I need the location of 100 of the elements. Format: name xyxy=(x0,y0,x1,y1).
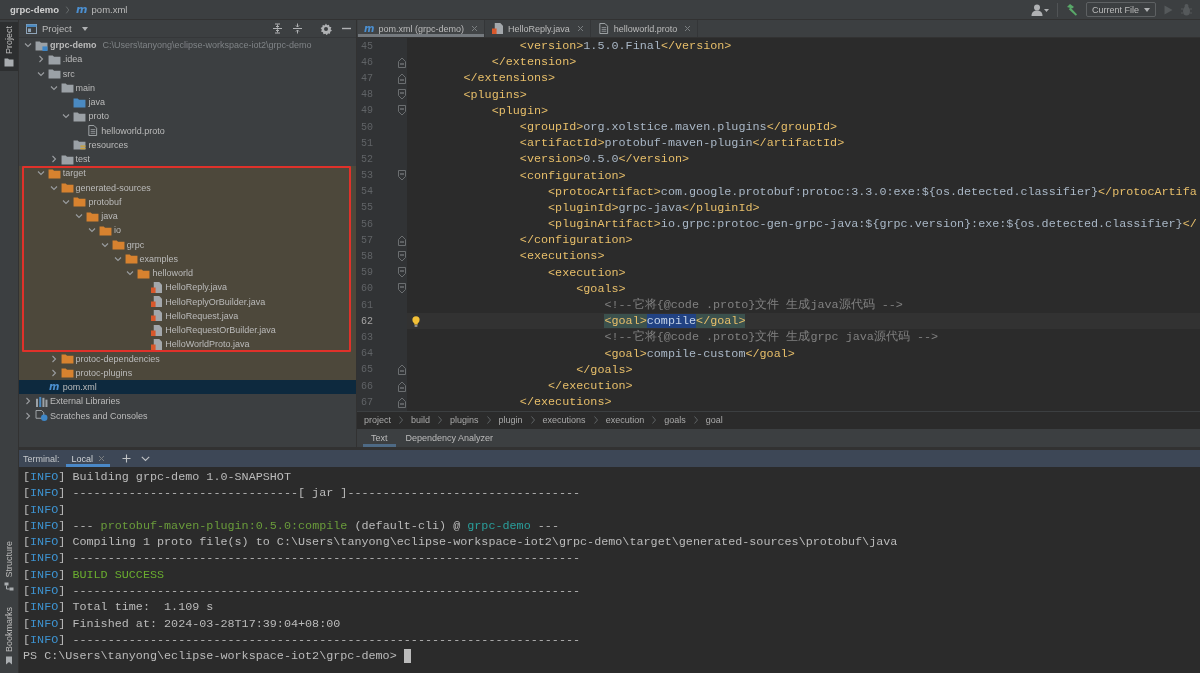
code-line: </goals> xyxy=(575,361,633,378)
fold-marker-icon[interactable] xyxy=(398,267,406,279)
chevron-right-icon[interactable] xyxy=(23,396,33,407)
tree-item[interactable]: src xyxy=(35,66,79,81)
code-line: <!--它将{@code .proto}文件 生成grpc java源代码 --> xyxy=(603,329,939,346)
chevron-right-icon xyxy=(399,416,403,425)
fold-marker-icon[interactable] xyxy=(398,396,406,408)
tree-item[interactable]: m pom.xml xyxy=(19,380,356,395)
hammer-icon[interactable] xyxy=(1066,3,1078,16)
close-icon[interactable] xyxy=(470,25,478,32)
breadcrumb-item[interactable]: executions xyxy=(542,415,586,426)
expand-all-icon[interactable] xyxy=(272,23,283,34)
resource-folder-icon xyxy=(73,139,87,151)
chevron-right-icon[interactable] xyxy=(23,410,33,421)
tree-item[interactable]: io xyxy=(19,223,356,238)
tree-item[interactable]: main xyxy=(48,80,100,95)
tree-item[interactable]: helloworld xyxy=(19,266,356,281)
file-type-icon: m xyxy=(76,4,88,15)
breadcrumb-item[interactable]: goal xyxy=(705,415,723,426)
play-icon[interactable] xyxy=(1164,4,1173,15)
breadcrumb-item[interactable]: plugin xyxy=(498,415,523,426)
terminal-line: [INFO] Total time: 1.109 s xyxy=(23,599,214,616)
file-icon xyxy=(150,338,164,350)
editor-tab[interactable]: helloworld.proto xyxy=(590,20,699,37)
fold-marker-icon[interactable] xyxy=(398,56,406,68)
file-icon xyxy=(150,296,164,308)
fold-marker-icon[interactable] xyxy=(398,234,406,246)
caret-icon xyxy=(81,26,88,31)
module-folder-icon xyxy=(35,39,48,51)
fold-marker-icon[interactable] xyxy=(398,89,406,101)
tree-item[interactable]: java xyxy=(61,95,109,110)
file-icon xyxy=(86,125,100,137)
tree-item[interactable]: Scratches and Consoles xyxy=(23,408,152,423)
fold-marker-icon[interactable] xyxy=(398,105,406,117)
run-config-dropdown[interactable]: Current File xyxy=(1086,2,1156,17)
fold-marker-icon[interactable] xyxy=(398,72,406,84)
folder-icon xyxy=(60,82,74,94)
fold-marker-icon[interactable] xyxy=(398,380,406,392)
tool-window-tab[interactable]: Project xyxy=(0,22,18,71)
bug-icon[interactable] xyxy=(1181,3,1192,16)
tree-item[interactable]: proto xyxy=(61,109,113,124)
fold-marker-icon[interactable] xyxy=(398,251,406,263)
file-icon xyxy=(150,324,164,336)
chevron-right-icon xyxy=(65,4,71,15)
editor-view-tab[interactable]: Dependency Analyzer xyxy=(397,428,502,447)
chevron-down-icon[interactable] xyxy=(141,455,151,462)
breadcrumb-item[interactable]: project xyxy=(364,415,391,426)
user-icon[interactable] xyxy=(1031,3,1049,16)
code-line: </extensions> xyxy=(462,70,556,87)
terminal-line: PS C:\Users\tanyong\eclipse-workspace-iot2\grpc-demo> xyxy=(23,648,397,665)
code-line: <goal>compile</goal> xyxy=(603,313,746,330)
editor-tab[interactable]: m pom.xml (grpc-demo) xyxy=(358,20,485,37)
tree-item[interactable]: HelloRequestOrBuilder.java xyxy=(19,323,356,338)
breadcrumb-item[interactable]: goals xyxy=(664,415,686,426)
tool-window-tab[interactable]: Structure xyxy=(0,537,18,595)
editor-view-tab[interactable]: Text xyxy=(363,428,396,447)
chevron-right-icon xyxy=(693,416,698,425)
view-selector[interactable]: Project xyxy=(42,23,88,34)
line-number: 62 xyxy=(361,315,373,327)
code-line: <pluginArtifact>io.grpc:protoc-gen-grpc-java:${grpc.version}:exe:${os.detected.classifier}</ xyxy=(547,216,1197,233)
tree-item[interactable]: grpc-demo C:\Users\tanyong\eclipse-workspace-iot2\grpc-demo xyxy=(23,38,316,53)
structure-icon xyxy=(4,582,14,591)
terminal-line: [INFO] xyxy=(23,501,66,518)
fold-marker-icon[interactable] xyxy=(398,283,406,295)
fold-marker-icon[interactable] xyxy=(398,364,406,376)
fold-marker-icon[interactable] xyxy=(398,170,406,182)
plus-icon[interactable] xyxy=(122,454,132,463)
close-icon[interactable] xyxy=(98,455,106,462)
tree-item[interactable]: resources xyxy=(61,137,132,152)
folder-icon xyxy=(47,53,61,65)
chevron-right-icon xyxy=(438,416,443,425)
tree-item[interactable]: .idea xyxy=(35,52,87,67)
settings-icon[interactable] xyxy=(320,22,332,35)
breadcrumb-item[interactable]: execution xyxy=(605,415,645,426)
code-line: <goals> xyxy=(575,280,626,297)
lightbulb-icon[interactable] xyxy=(412,315,420,327)
close-icon[interactable] xyxy=(576,25,584,32)
editor-tab[interactable]: HelloReply.java xyxy=(484,20,591,37)
terminal-line: [INFO] ------------------------------------------------------------------------ xyxy=(23,631,581,649)
terminal-tab[interactable]: Local xyxy=(65,450,111,467)
tree-item[interactable]: test xyxy=(48,152,95,167)
breadcrumb-item[interactable]: build xyxy=(411,415,431,426)
tree-item[interactable]: java xyxy=(19,209,356,224)
breadcrumb-item[interactable]: pom.xml xyxy=(91,4,128,15)
tree-item[interactable]: External Libraries xyxy=(23,394,125,409)
tool-window-tab[interactable]: Bookmarks xyxy=(0,603,18,669)
tree-item[interactable]: HelloReply.java xyxy=(19,280,356,295)
folder-icon xyxy=(73,96,87,108)
code-line: </execution> xyxy=(547,377,633,395)
breadcrumb-item[interactable]: grpc-demo xyxy=(10,4,60,15)
close-icon[interactable] xyxy=(684,25,692,32)
collapse-all-icon[interactable] xyxy=(292,23,303,34)
code-line: <plugin> xyxy=(490,102,549,119)
code-line: <protocArtifact>com.google.protobuf:protoc:3.3.0:exe:${os.detected.classifier}</protocArtifa xyxy=(547,183,1197,200)
breadcrumb-item[interactable]: plugins xyxy=(450,415,479,426)
folder-icon xyxy=(4,58,14,67)
file-icon xyxy=(150,310,164,322)
library-icon xyxy=(35,395,48,407)
tree-item[interactable]: helloworld.proto xyxy=(74,123,169,138)
tree-item[interactable]: HelloWorldProto.java xyxy=(19,337,356,352)
